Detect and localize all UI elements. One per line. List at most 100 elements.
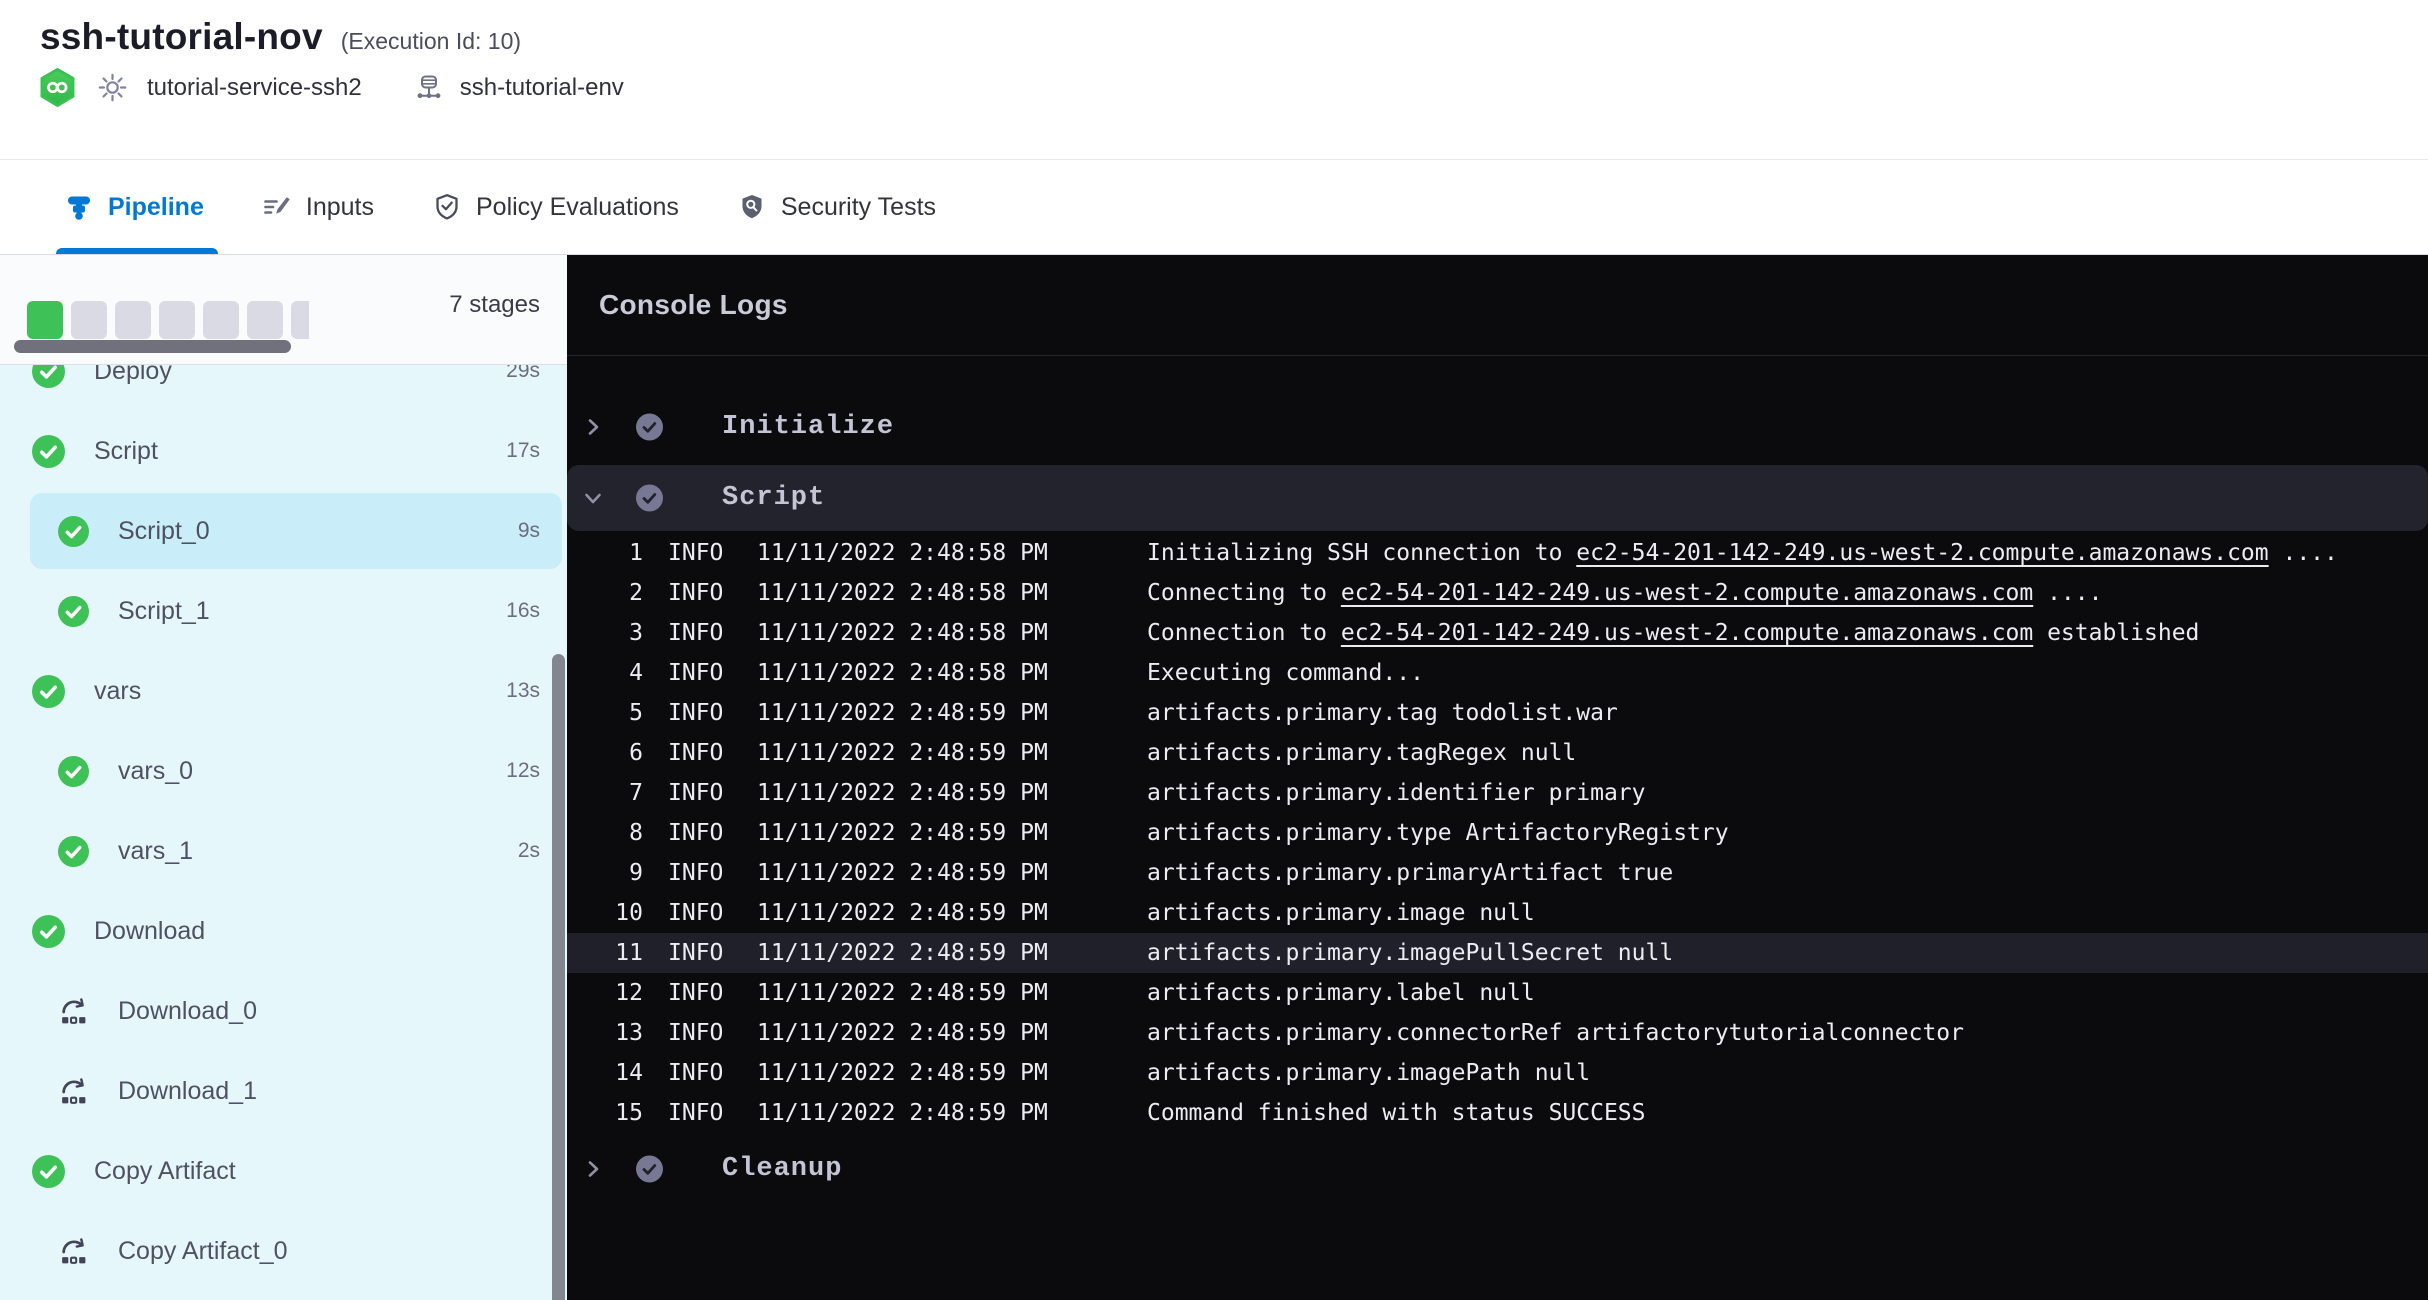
section-initialize[interactable]: Initialize <box>567 405 2428 449</box>
log-line-number: 7 <box>567 773 643 813</box>
log-line-number: 11 <box>567 933 643 973</box>
stage-row-vars-0[interactable]: vars_012s <box>0 731 567 811</box>
log-line[interactable]: 14INFO11/11/2022 2:48:59 PMartifacts.pri… <box>567 1053 2428 1093</box>
progress-square[interactable] <box>159 301 195 339</box>
log-line[interactable]: 13INFO11/11/2022 2:48:59 PMartifacts.pri… <box>567 1013 2428 1053</box>
progress-square[interactable] <box>247 301 283 339</box>
chevron-right-icon[interactable] <box>582 416 604 438</box>
chevron-right-icon[interactable] <box>582 1158 604 1180</box>
log-timestamp: 11/11/2022 2:48:59 PM <box>757 773 1048 813</box>
log-text: artifacts.primary.imagePullSecret null <box>1147 940 1673 966</box>
log-line-number: 3 <box>567 613 643 653</box>
section-script[interactable]: Script <box>567 465 2428 531</box>
log-message: Connecting to ec2-54-201-142-249.us-west… <box>1147 573 2102 613</box>
log-link[interactable]: ec2-54-201-142-249.us-west-2.compute.ama… <box>1576 540 2268 566</box>
stage-row-script[interactable]: Script17s <box>0 411 567 491</box>
progress-square[interactable] <box>115 301 151 339</box>
stage-row-copy-artifact[interactable]: Copy Artifact <box>0 1131 567 1211</box>
tab-label: Policy Evaluations <box>476 193 679 222</box>
main-content: 7 stages Deploy29sScript17sScript_09sScr… <box>0 255 2428 1300</box>
log-line[interactable]: 1INFO11/11/2022 2:48:58 PMInitializing S… <box>567 533 2428 573</box>
tab-security-tests[interactable]: Security Tests <box>737 160 936 254</box>
stage-label: vars_0 <box>118 757 193 786</box>
log-line[interactable]: 11INFO11/11/2022 2:48:59 PMartifacts.pri… <box>567 933 2428 973</box>
log-line[interactable]: 3INFO11/11/2022 2:48:58 PMConnection to … <box>567 613 2428 653</box>
log-timestamp: 11/11/2022 2:48:59 PM <box>757 733 1048 773</box>
stage-row-script-0[interactable]: Script_09s <box>0 491 567 571</box>
log-line[interactable]: 2INFO11/11/2022 2:48:58 PMConnecting to … <box>567 573 2428 613</box>
stage-row-download[interactable]: Download <box>0 891 567 971</box>
command-step-icon <box>58 1236 89 1267</box>
stage-label: Script_1 <box>118 597 210 626</box>
tab-label: Inputs <box>306 193 374 222</box>
stage-row-download-1[interactable]: Download_1 <box>0 1051 567 1131</box>
log-line[interactable]: 15INFO11/11/2022 2:48:59 PMCommand finis… <box>567 1093 2428 1133</box>
log-line[interactable]: 6INFO11/11/2022 2:48:59 PMartifacts.prim… <box>567 733 2428 773</box>
log-level: INFO <box>668 813 723 853</box>
log-text: Connecting to <box>1147 580 1341 606</box>
stage-row-vars[interactable]: vars13s <box>0 651 567 731</box>
log-message: Command finished with status SUCCESS <box>1147 1093 1646 1133</box>
log-level: INFO <box>668 773 723 813</box>
log-timestamp: 11/11/2022 2:48:59 PM <box>757 893 1048 933</box>
progress-square[interactable] <box>27 301 63 339</box>
section-label: Script <box>722 483 825 513</box>
log-text: artifacts.primary.image null <box>1147 900 1535 926</box>
log-timestamp: 11/11/2022 2:48:59 PM <box>757 693 1048 733</box>
log-level: INFO <box>668 973 723 1013</box>
log-timestamp: 11/11/2022 2:48:58 PM <box>757 613 1048 653</box>
progress-square[interactable] <box>291 301 309 339</box>
log-level: INFO <box>668 893 723 933</box>
environment-icon <box>414 73 444 103</box>
chevron-down-icon[interactable] <box>582 487 604 509</box>
check-circle-icon <box>32 675 65 708</box>
progress-square[interactable] <box>71 301 107 339</box>
command-step-icon <box>58 1076 89 1107</box>
log-line[interactable]: 8INFO11/11/2022 2:48:59 PMartifacts.prim… <box>567 813 2428 853</box>
tab-policy-evaluations[interactable]: Policy Evaluations <box>432 160 679 254</box>
stage-label: Download_0 <box>118 997 257 1026</box>
log-timestamp: 11/11/2022 2:48:59 PM <box>757 813 1048 853</box>
log-link[interactable]: ec2-54-201-142-249.us-west-2.compute.ama… <box>1341 620 2033 646</box>
stages-horizontal-scrollbar[interactable] <box>14 340 291 353</box>
tab-pipeline[interactable]: Pipeline <box>64 160 204 254</box>
log-level: INFO <box>668 693 723 733</box>
page-title: ssh-tutorial-nov <box>40 16 323 58</box>
log-timestamp: 11/11/2022 2:48:59 PM <box>757 853 1048 893</box>
log-line[interactable]: 12INFO11/11/2022 2:48:59 PMartifacts.pri… <box>567 973 2428 1013</box>
log-message: artifacts.primary.type ArtifactoryRegist… <box>1147 813 1729 853</box>
log-line[interactable]: 9INFO11/11/2022 2:48:59 PMartifacts.prim… <box>567 853 2428 893</box>
log-line[interactable]: 10 INFO 11/11/2022 2:48:59 PM artifacts.pri… <box>567 893 2428 933</box>
progress-square[interactable] <box>203 301 239 339</box>
check-circle-icon <box>58 596 89 627</box>
log-level: INFO <box>668 573 723 613</box>
log-timestamp: 11/11/2022 2:48:59 PM <box>757 1093 1048 1133</box>
log-line[interactable]: 5INFO11/11/2022 2:48:59 PMartifacts.prim… <box>567 693 2428 733</box>
log-line[interactable]: 4INFO11/11/2022 2:48:58 PMExecuting comm… <box>567 653 2428 693</box>
section-label: Cleanup <box>722 1154 842 1184</box>
stage-row-deploy[interactable]: Deploy29s <box>0 365 567 411</box>
log-link[interactable]: ec2-54-201-142-249.us-west-2.compute.ama… <box>1341 580 2033 606</box>
tab-inputs[interactable]: Inputs <box>262 160 374 254</box>
log-line-number: 12 <box>567 973 643 1013</box>
stages-summary-bar: 7 stages <box>0 255 567 365</box>
log-level: INFO <box>668 653 723 693</box>
log-line-number: 10 <box>567 893 643 933</box>
log-message: artifacts.primary.tag todolist.war <box>1147 693 1618 733</box>
stage-row-script-1[interactable]: Script_116s <box>0 571 567 651</box>
log-line[interactable]: 7INFO11/11/2022 2:48:59 PMartifacts.prim… <box>567 773 2428 813</box>
log-message: artifacts.primary.image null <box>1147 893 1535 933</box>
service-name: tutorial-service-ssh2 <box>147 74 362 102</box>
stage-row-vars-1[interactable]: vars_12s <box>0 811 567 891</box>
sidebar-vertical-scrollbar[interactable] <box>552 654 565 1300</box>
log-message: artifacts.primary.label null <box>1147 973 1535 1013</box>
stage-row-download-0[interactable]: Download_0 <box>0 971 567 1051</box>
inputs-icon <box>262 192 292 222</box>
log-timestamp: 11/11/2022 2:48:58 PM <box>757 573 1048 613</box>
section-cleanup[interactable]: Cleanup <box>567 1147 2428 1191</box>
log-text: .... <box>2269 540 2338 566</box>
stage-row-copy-artifact-0[interactable]: Copy Artifact_0 <box>0 1211 567 1291</box>
execution-header: ssh-tutorial-nov (Execution Id: 10) tuto… <box>0 0 2428 160</box>
check-circle-icon <box>32 365 65 388</box>
log-level: INFO <box>668 933 723 973</box>
